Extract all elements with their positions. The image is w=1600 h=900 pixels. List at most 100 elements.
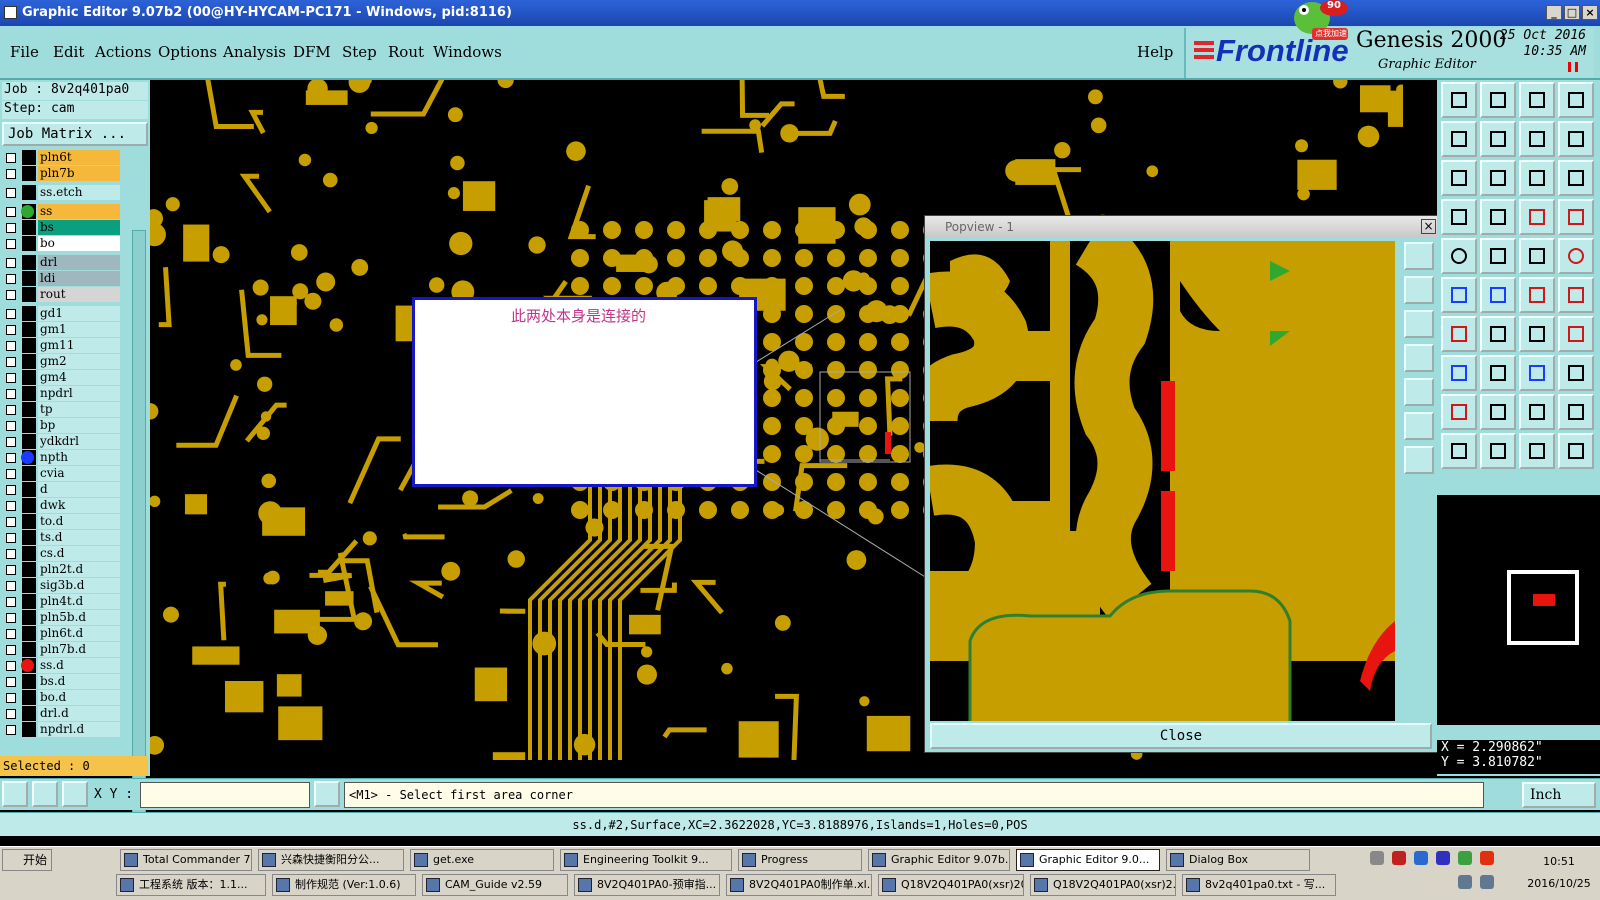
menu-step[interactable]: Step	[342, 43, 377, 61]
pointer-tool-button[interactable]	[1441, 433, 1477, 469]
layer-color-swatch[interactable]	[22, 642, 36, 657]
layer-color-swatch[interactable]	[22, 706, 36, 721]
taskbar-item[interactable]: get.exe	[410, 849, 554, 871]
layer-color-swatch[interactable]	[22, 626, 36, 641]
layer-checkbox[interactable]	[6, 468, 16, 479]
layer-row[interactable]: sig3b.d	[2, 578, 120, 593]
layer-checkbox[interactable]	[6, 580, 16, 591]
overview-map[interactable]	[1437, 495, 1600, 725]
taskbar-item[interactable]: 兴森快捷衡阳分公...	[258, 849, 404, 871]
layer-checkbox[interactable]	[6, 676, 16, 687]
layer-color-swatch[interactable]	[22, 418, 36, 433]
layer-scrollbar[interactable]	[132, 230, 146, 835]
pointer-c-tool-button[interactable]	[1519, 433, 1555, 469]
close-window-button[interactable]: ×	[1582, 5, 1598, 20]
layer-color-swatch[interactable]	[22, 434, 36, 449]
menu-file[interactable]: File	[10, 43, 39, 61]
circle-solid-tool-button[interactable]	[1441, 238, 1477, 274]
layer-checkbox[interactable]	[6, 708, 16, 719]
taskbar-item[interactable]: Engineering Toolkit 9...	[560, 849, 732, 871]
layer-row[interactable]: gm11	[2, 338, 120, 353]
help-tool-button[interactable]	[1558, 160, 1594, 196]
layers-b-tool-button[interactable]	[1558, 199, 1594, 235]
line-horizontal-tool-button[interactable]	[1480, 355, 1516, 391]
layer-row[interactable]: bp	[2, 418, 120, 433]
layer-checkbox[interactable]	[6, 692, 16, 703]
layer-row[interactable]: pln2t.d	[2, 562, 120, 577]
taskbar-item[interactable]: Graphic Editor 9.07b...	[868, 849, 1010, 871]
taskbar-item[interactable]: 8v2q401pa0.txt - 写...	[1182, 874, 1336, 896]
layer-checkbox[interactable]	[6, 516, 16, 527]
triangle-red-tool-button[interactable]	[1441, 394, 1477, 430]
layer-row[interactable]: drl	[2, 255, 120, 270]
layer-checkbox[interactable]	[6, 324, 16, 335]
layer-color-swatch[interactable]	[22, 185, 36, 200]
pan-up-tool-button[interactable]	[1480, 82, 1516, 118]
layer-color-swatch[interactable]	[22, 236, 36, 251]
layer-checkbox[interactable]	[6, 404, 16, 415]
layer-checkbox[interactable]	[6, 238, 16, 249]
menu-actions[interactable]: Actions	[95, 43, 151, 61]
layer-row[interactable]: pln7b	[2, 166, 120, 181]
layer-checkbox[interactable]	[6, 356, 16, 367]
layer-color-swatch[interactable]	[22, 402, 36, 417]
fence-tool-button[interactable]	[1519, 355, 1555, 391]
start-button[interactable]: 开始	[2, 849, 52, 871]
polygon-tool-button[interactable]	[1480, 238, 1516, 274]
copy-tool-button[interactable]	[1558, 355, 1594, 391]
layer-row[interactable]: gm1	[2, 322, 120, 337]
layer-color-swatch[interactable]	[22, 610, 36, 625]
move-tool-button[interactable]	[1441, 355, 1477, 391]
layer-row[interactable]: npdrl	[2, 386, 120, 401]
line-red-tool-button[interactable]	[1441, 316, 1477, 352]
taskbar-item[interactable]: Q18V2Q401PA0(xsr)20...	[878, 874, 1024, 896]
circle-dot-tool-button[interactable]	[1558, 238, 1594, 274]
layer-color-swatch[interactable]	[22, 255, 36, 270]
layer-color-swatch[interactable]	[22, 482, 36, 497]
layer-color-swatch[interactable]	[22, 530, 36, 545]
layer-row[interactable]: bo	[2, 236, 120, 251]
pv-pan-down-button[interactable]	[1404, 310, 1434, 338]
layer-checkbox[interactable]	[6, 628, 16, 639]
layer-color-swatch[interactable]	[22, 354, 36, 369]
layer-color-swatch[interactable]	[22, 690, 36, 705]
layer-row[interactable]: pln7b.d	[2, 642, 120, 657]
layer-row[interactable]: pln6t.d	[2, 626, 120, 641]
exclamation-icon[interactable]	[314, 781, 340, 807]
taskbar-item[interactable]: 制作规范 (Ver:1.0.6)	[272, 874, 416, 896]
layer-checkbox[interactable]	[6, 436, 16, 447]
layer-color-swatch[interactable]	[22, 674, 36, 689]
popview-close-button[interactable]: Close	[930, 723, 1432, 749]
layer-row[interactable]: pln5b.d	[2, 610, 120, 625]
layer-row[interactable]: drl.d	[2, 706, 120, 721]
pv-zoom-home-button[interactable]	[1404, 242, 1434, 270]
pv-pan-right-button[interactable]	[1404, 378, 1434, 406]
triangle-a-tool-button[interactable]	[1480, 394, 1516, 430]
units-selector[interactable]: Inch	[1522, 782, 1596, 808]
layer-checkbox[interactable]	[6, 340, 16, 351]
layer-color-swatch[interactable]	[22, 514, 36, 529]
layer-row[interactable]: cvia	[2, 466, 120, 481]
taskbar-item[interactable]: Q18V2Q401PA0(xsr)2...	[1030, 874, 1176, 896]
layer-row[interactable]: bo.d	[2, 690, 120, 705]
layer-row[interactable]: tp	[2, 402, 120, 417]
measure-icon[interactable]	[32, 781, 58, 807]
layer-row[interactable]: d	[2, 482, 120, 497]
taskbar-item[interactable]: Dialog Box	[1166, 849, 1310, 871]
layer-color-swatch[interactable]	[22, 498, 36, 513]
tray-arrow-icon[interactable]	[1370, 851, 1384, 865]
mirror-tool-button[interactable]	[1558, 316, 1594, 352]
layer-checkbox[interactable]	[6, 257, 16, 268]
taskbar-item[interactable]: 8V2Q401PA0-预审指...	[574, 874, 720, 896]
menu-dfm[interactable]: DFM	[293, 43, 331, 61]
layer-checkbox[interactable]	[6, 273, 16, 284]
layer-checkbox[interactable]	[6, 420, 16, 431]
layer-color-swatch[interactable]	[22, 722, 36, 737]
layer-checkbox[interactable]	[6, 484, 16, 495]
layer-row[interactable]: bs	[2, 220, 120, 235]
center-tool-button[interactable]	[1480, 160, 1516, 196]
layer-checkbox[interactable]	[6, 168, 16, 179]
menu-help[interactable]: Help	[1137, 43, 1173, 61]
menu-edit[interactable]: Edit	[53, 43, 84, 61]
pv-zoom-out-button[interactable]	[1404, 446, 1434, 474]
